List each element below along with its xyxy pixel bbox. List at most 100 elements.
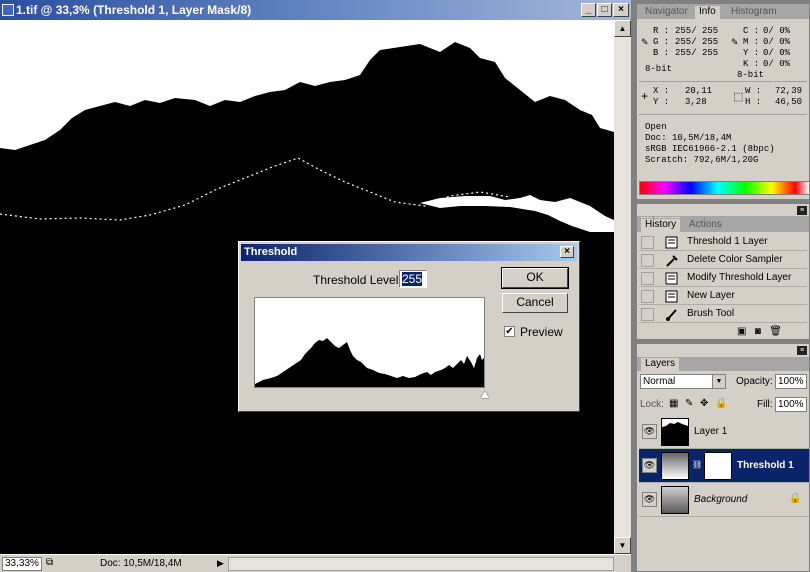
eyedropper-icon: ✎: [641, 38, 649, 48]
history-item-label: Modify Threshold Layer: [687, 272, 792, 283]
cancel-button[interactable]: Cancel: [502, 293, 568, 313]
eye-icon[interactable]: 👁: [642, 424, 657, 439]
history-footer-icons: ▣ ◙ 🗑: [737, 326, 782, 337]
layer-mask-thumbnail[interactable]: [704, 452, 732, 480]
history-snapshot-box[interactable]: [641, 290, 654, 303]
document-title-bar[interactable]: 1.tif @ 33,3% (Threshold 1, Layer Mask/8…: [0, 0, 631, 20]
layer-doc-icon: [665, 272, 678, 285]
photoshop-doc-icon: [2, 4, 14, 16]
layer-row[interactable]: 👁 Background 🔒: [639, 483, 809, 517]
minimize-icon[interactable]: _: [581, 3, 596, 17]
tab-layers[interactable]: Layers: [641, 358, 680, 371]
lock-move-icon[interactable]: ✥: [700, 398, 708, 409]
rgb-readout: ✎ R : G : B : 255/ 255 255/ 255 255/ 255…: [641, 26, 721, 74]
brush-icon: [666, 309, 677, 321]
k-label: K :: [743, 59, 760, 69]
rect-size-icon: ⬚: [733, 92, 744, 104]
doc-status-lines: Open Doc: 10,5M/18,4M sRGB IEC61966-2.1 …: [645, 122, 775, 166]
chain-link-icon[interactable]: ⛓: [692, 460, 702, 469]
history-item[interactable]: Threshold 1 Layer: [639, 233, 807, 251]
new-document-icon[interactable]: ▣: [737, 326, 746, 337]
eyedropper-cmyk-icon: ✎: [731, 38, 739, 48]
left-bit-depth: 8-bit: [645, 64, 673, 74]
color-sampler-icon: [666, 255, 678, 267]
status-bar: 33,33% ⧉ Doc: 10,5M/18,4M ▶: [0, 554, 631, 572]
y-value-pos: 3,28: [685, 97, 707, 107]
layer-row-selected[interactable]: 👁 ⛓ Threshold 1: [639, 449, 809, 483]
history-options-icon[interactable]: ≡: [797, 206, 807, 215]
threshold-dialog: Threshold × Threshold Level: 255 OK Canc…: [238, 241, 580, 412]
tab-history-label[interactable]: History: [641, 219, 681, 232]
y-label-pos: Y :: [653, 97, 670, 107]
scroll-up-icon[interactable]: ▲: [614, 20, 631, 37]
layer-doc-icon: [665, 290, 678, 303]
history-item-label: Brush Tool: [687, 308, 735, 319]
dialog-title-bar[interactable]: Threshold ×: [241, 244, 577, 261]
m-label: M :: [743, 37, 760, 47]
layer1-thumb-image: [662, 419, 688, 445]
c-value: 0/ 0%: [763, 26, 791, 36]
doc-size-status: Doc: 10,5M/18,4M: [100, 558, 182, 569]
layer-doc-icon: [665, 236, 678, 249]
zoom-field[interactable]: 33,33%: [2, 557, 42, 571]
layers-options-icon[interactable]: ≡: [797, 346, 807, 355]
x-label: X :: [653, 86, 670, 96]
info-palette: Navigator Info Histogram ✎ R : G : B : 2…: [636, 3, 810, 200]
history-item[interactable]: Modify Threshold Layer: [639, 269, 807, 287]
preview-checkbox[interactable]: ✔: [504, 326, 515, 337]
status-menu-icon[interactable]: ⧉: [46, 557, 53, 568]
ok-button[interactable]: OK: [501, 267, 569, 289]
horizontal-scrollbar[interactable]: [228, 557, 614, 571]
threshold-slider-handle[interactable]: [481, 391, 489, 398]
history-snapshot-box[interactable]: [641, 272, 654, 285]
history-snapshot-box[interactable]: [641, 236, 654, 249]
history-snapshot-box[interactable]: [641, 308, 654, 321]
threshold-level-label: Threshold Level:: [313, 273, 402, 287]
status-line-doc: Doc: 10,5M/18,4M: [645, 133, 732, 143]
opacity-input[interactable]: 100%: [775, 374, 807, 389]
history-item-label: Threshold 1 Layer: [687, 236, 768, 247]
history-item[interactable]: Brush Tool: [639, 305, 807, 323]
threshold-level-input[interactable]: 255: [399, 270, 427, 288]
cmyk-readout: ✎ C : M : Y : K : 0/ 0% 0/ 0% 0/ 0% 0/ 0…: [731, 26, 809, 80]
history-item[interactable]: New Layer: [639, 287, 807, 305]
color-ramp[interactable]: [639, 181, 810, 195]
chevron-down-icon[interactable]: ▼: [712, 375, 725, 388]
lock-all-icon[interactable]: 🔒: [715, 398, 727, 409]
layer-thumbnail: [661, 418, 689, 446]
tab-actions-label[interactable]: Actions: [685, 219, 726, 232]
snapshot-icon[interactable]: ◙: [755, 326, 761, 337]
fill-input[interactable]: 100%: [775, 397, 807, 412]
dialog-title: Threshold: [244, 246, 298, 258]
blend-mode-select[interactable]: Normal ▼: [640, 374, 726, 389]
w-value: 72,39: [775, 86, 803, 96]
document-title: 1.tif @ 33,3% (Threshold 1, Layer Mask/8…: [16, 3, 252, 17]
tab-histogram[interactable]: Histogram: [727, 6, 781, 19]
history-snapshot-box[interactable]: [641, 254, 654, 267]
tab-info[interactable]: Info: [695, 6, 720, 19]
tab-navigator[interactable]: Navigator: [641, 6, 692, 19]
dialog-close-icon[interactable]: ×: [560, 246, 574, 258]
layer-name: Threshold 1: [737, 460, 794, 471]
m-value: 0/ 0%: [763, 37, 791, 47]
status-arrow-icon[interactable]: ▶: [217, 558, 224, 569]
layer-name: Layer 1: [694, 426, 728, 437]
maximize-icon[interactable]: □: [597, 3, 612, 17]
layer-row[interactable]: 👁 Layer 1: [639, 415, 809, 449]
eye-icon[interactable]: 👁: [642, 492, 657, 507]
crosshair-icon: +: [641, 90, 649, 104]
close-icon[interactable]: ×: [613, 3, 629, 17]
eye-icon[interactable]: 👁: [642, 458, 657, 473]
lock-paint-icon[interactable]: ✎: [685, 398, 693, 409]
lock-label: Lock:: [640, 399, 664, 410]
trash-icon[interactable]: 🗑: [769, 326, 782, 337]
lock-icon: 🔒: [789, 493, 802, 504]
scroll-down-icon[interactable]: ▼: [614, 537, 631, 554]
vertical-scrollbar[interactable]: ▲ ▼: [614, 20, 631, 554]
lock-transparency-icon[interactable]: ▦: [669, 398, 678, 409]
status-line-profile: sRGB IEC61966-2.1 (8bpc): [645, 144, 775, 154]
x-value: 20,11: [685, 86, 713, 96]
history-item[interactable]: Delete Color Sampler: [639, 251, 807, 269]
k-value: 0/ 0%: [763, 59, 791, 69]
blend-mode-value: Normal: [643, 376, 676, 387]
